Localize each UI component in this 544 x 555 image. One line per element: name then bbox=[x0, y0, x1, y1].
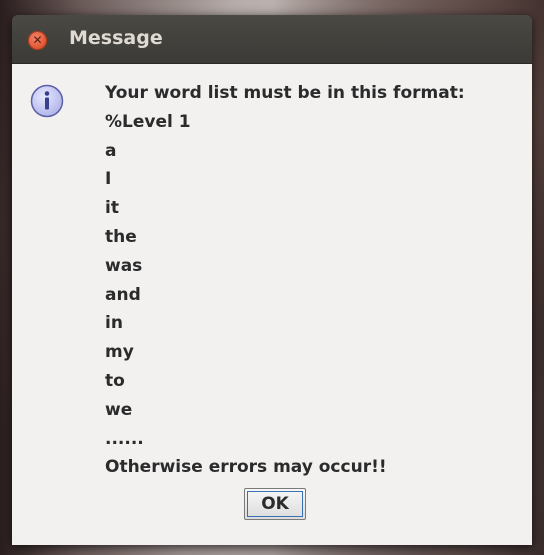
message-line: %Level 1 bbox=[105, 111, 191, 132]
ok-button-label: OK bbox=[247, 491, 303, 517]
message-line: it bbox=[105, 198, 119, 219]
info-icon bbox=[30, 84, 64, 118]
message-line: my bbox=[105, 342, 134, 363]
message-line: Your word list must be in this format: bbox=[105, 83, 465, 103]
message-line: and bbox=[105, 284, 141, 305]
title-bar[interactable]: ✕ Message bbox=[12, 15, 532, 64]
message-dialog: ✕ Message Your word list must be in this… bbox=[12, 15, 532, 545]
message-line: Otherwise errors may occur!! bbox=[105, 457, 387, 478]
message-line: in bbox=[105, 313, 123, 334]
message-line: to bbox=[105, 370, 125, 391]
message-line: was bbox=[105, 255, 143, 276]
message-line: ...... bbox=[105, 428, 144, 449]
message-line: a bbox=[105, 140, 117, 161]
message-line: the bbox=[105, 226, 137, 247]
dialog-content: Your word list must be in this format: %… bbox=[12, 64, 532, 545]
ok-button[interactable]: OK bbox=[244, 488, 306, 520]
message-line: I bbox=[105, 169, 112, 190]
message-text: Your word list must be in this format: %… bbox=[105, 79, 525, 482]
window-title: Message bbox=[69, 27, 163, 49]
close-icon[interactable]: ✕ bbox=[28, 31, 47, 50]
message-line: we bbox=[105, 399, 133, 420]
